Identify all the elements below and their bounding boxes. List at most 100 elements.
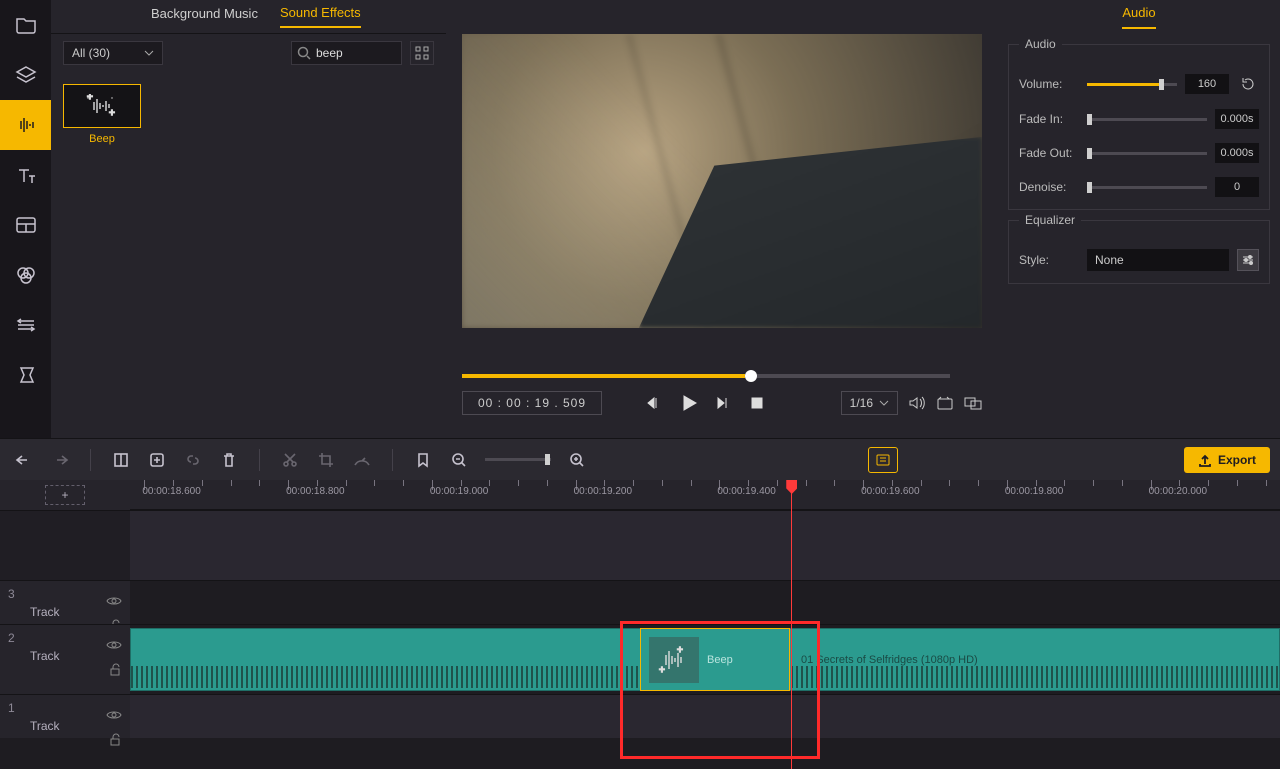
split-button[interactable] bbox=[107, 446, 135, 474]
cut-button[interactable] bbox=[276, 446, 304, 474]
ruler-label: 00:00:19.000 bbox=[430, 486, 488, 497]
denoise-label: Denoise: bbox=[1019, 180, 1079, 194]
svg-text:+: + bbox=[87, 94, 93, 103]
track-label: Track bbox=[30, 605, 60, 619]
export-button[interactable]: Export bbox=[1184, 447, 1270, 473]
clip-label: 01 Secrets of Selfridges (1080p HD) bbox=[801, 654, 978, 666]
track-number: 3 bbox=[8, 587, 15, 601]
track-row: 2 Track 01 Secrets of Selfridges (1080p … bbox=[0, 624, 1280, 694]
eye-icon[interactable] bbox=[106, 709, 122, 721]
chevron-down-icon bbox=[879, 400, 889, 406]
lock-icon[interactable] bbox=[108, 733, 122, 747]
preview-panel: 00 : 00 : 19 . 509 1/16 bbox=[446, 0, 998, 438]
playhead[interactable] bbox=[791, 480, 792, 769]
rail-text[interactable] bbox=[0, 150, 51, 200]
preview-canvas[interactable] bbox=[462, 34, 982, 328]
ruler-label: 00:00:19.800 bbox=[1005, 486, 1063, 497]
track-row: 1 Track bbox=[0, 694, 1280, 738]
denoise-value[interactable]: 0 bbox=[1215, 177, 1259, 197]
delete-button[interactable] bbox=[215, 446, 243, 474]
rail-split[interactable] bbox=[0, 200, 51, 250]
volume-label: Volume: bbox=[1019, 77, 1079, 91]
props-tab-audio[interactable]: Audio bbox=[1122, 5, 1155, 29]
scrub-fill bbox=[462, 374, 745, 378]
add-button[interactable] bbox=[143, 446, 171, 474]
timecode: 00 : 00 : 19 . 509 bbox=[462, 391, 602, 415]
fadein-slider[interactable] bbox=[1087, 118, 1207, 121]
track-spacer bbox=[0, 510, 1280, 580]
timeline-toolbar: Export bbox=[0, 438, 1280, 480]
next-frame-button[interactable] bbox=[712, 392, 736, 414]
record-button[interactable] bbox=[868, 447, 898, 473]
fadeout-value[interactable]: 0.000s bbox=[1215, 143, 1259, 163]
zoom-slider[interactable] bbox=[485, 458, 551, 461]
playback-ratio[interactable]: 1/16 bbox=[841, 391, 898, 415]
ruler-label: 00:00:20.000 bbox=[1149, 486, 1207, 497]
rail-filters[interactable] bbox=[0, 250, 51, 300]
asset-label: Beep bbox=[63, 133, 141, 145]
marker-button[interactable] bbox=[409, 446, 437, 474]
eye-icon[interactable] bbox=[106, 595, 122, 607]
ruler-label: 00:00:19.400 bbox=[717, 486, 775, 497]
search-input-wrap[interactable] bbox=[291, 41, 402, 65]
snapshot-icon[interactable] bbox=[936, 395, 954, 411]
add-track-button[interactable]: + bbox=[45, 485, 85, 505]
zoom-in-button[interactable] bbox=[563, 446, 591, 474]
rail-layers[interactable] bbox=[0, 50, 51, 100]
track-body[interactable] bbox=[130, 580, 1280, 624]
fadein-value[interactable]: 0.000s bbox=[1215, 109, 1259, 129]
library-panel: Background Music Sound Effects All (30) bbox=[51, 0, 446, 438]
eq-legend: Equalizer bbox=[1019, 213, 1081, 227]
zoom-out-button[interactable] bbox=[445, 446, 473, 474]
fadeout-slider[interactable] bbox=[1087, 152, 1207, 155]
prev-frame-button[interactable] bbox=[642, 392, 666, 414]
volume-value[interactable]: 160 bbox=[1185, 74, 1229, 94]
redo-button[interactable] bbox=[46, 446, 74, 474]
track-row: 3 Track bbox=[0, 580, 1280, 624]
play-button[interactable] bbox=[676, 390, 702, 416]
category-dropdown[interactable]: All (30) bbox=[63, 41, 163, 65]
link-button[interactable] bbox=[179, 446, 207, 474]
undo-button[interactable] bbox=[10, 446, 38, 474]
stop-button[interactable] bbox=[746, 392, 768, 414]
tab-bg-music[interactable]: Background Music bbox=[151, 6, 258, 27]
speed-button[interactable] bbox=[348, 446, 376, 474]
lock-icon[interactable] bbox=[108, 663, 122, 677]
denoise-slider[interactable] bbox=[1087, 186, 1207, 189]
svg-text:+: + bbox=[109, 108, 115, 118]
grid-view-button[interactable] bbox=[410, 41, 434, 65]
search-input[interactable] bbox=[316, 46, 395, 60]
timeline-ruler[interactable]: 00:00:18.600 00:00:18.800 00:00:19.000 00:0… bbox=[130, 480, 1280, 510]
waveform-icon: + + bbox=[82, 94, 122, 118]
waveform-icon: + + bbox=[657, 645, 691, 675]
eye-icon[interactable] bbox=[106, 639, 122, 651]
clip-label: Beep bbox=[707, 654, 733, 666]
fadein-label: Fade In: bbox=[1019, 112, 1079, 126]
audio-clip-beep[interactable]: + + Beep bbox=[640, 628, 790, 691]
scrub-knob[interactable] bbox=[745, 370, 757, 382]
chevron-down-icon bbox=[144, 50, 154, 56]
eq-settings-button[interactable] bbox=[1237, 249, 1259, 271]
eq-style-label: Style: bbox=[1019, 253, 1079, 267]
grid-icon bbox=[415, 46, 429, 60]
scrub-bar[interactable] bbox=[462, 374, 950, 378]
asset-thumb[interactable]: + + Beep bbox=[63, 84, 141, 145]
volume-slider[interactable] bbox=[1087, 83, 1177, 86]
rail-transitions[interactable] bbox=[0, 300, 51, 350]
ruler-label: 00:00:18.800 bbox=[286, 486, 344, 497]
eq-style-select[interactable]: None bbox=[1087, 249, 1229, 271]
tab-sound-effects[interactable]: Sound Effects bbox=[280, 5, 361, 28]
track-body[interactable] bbox=[130, 694, 1280, 738]
crop-button[interactable] bbox=[312, 446, 340, 474]
track-label: Track bbox=[30, 649, 60, 663]
reset-volume-button[interactable] bbox=[1237, 73, 1259, 95]
fullscreen-icon[interactable] bbox=[964, 395, 982, 411]
ruler-label: 00:00:19.600 bbox=[861, 486, 919, 497]
rail-audio[interactable] bbox=[0, 100, 51, 150]
ruler-label: 00:00:18.600 bbox=[142, 486, 200, 497]
rail-elements[interactable] bbox=[0, 350, 51, 400]
left-rail bbox=[0, 0, 51, 438]
rail-media[interactable] bbox=[0, 0, 51, 50]
mute-icon[interactable] bbox=[908, 395, 926, 411]
track-body[interactable]: 01 Secrets of Selfridges (1080p HD) + + … bbox=[130, 624, 1280, 694]
